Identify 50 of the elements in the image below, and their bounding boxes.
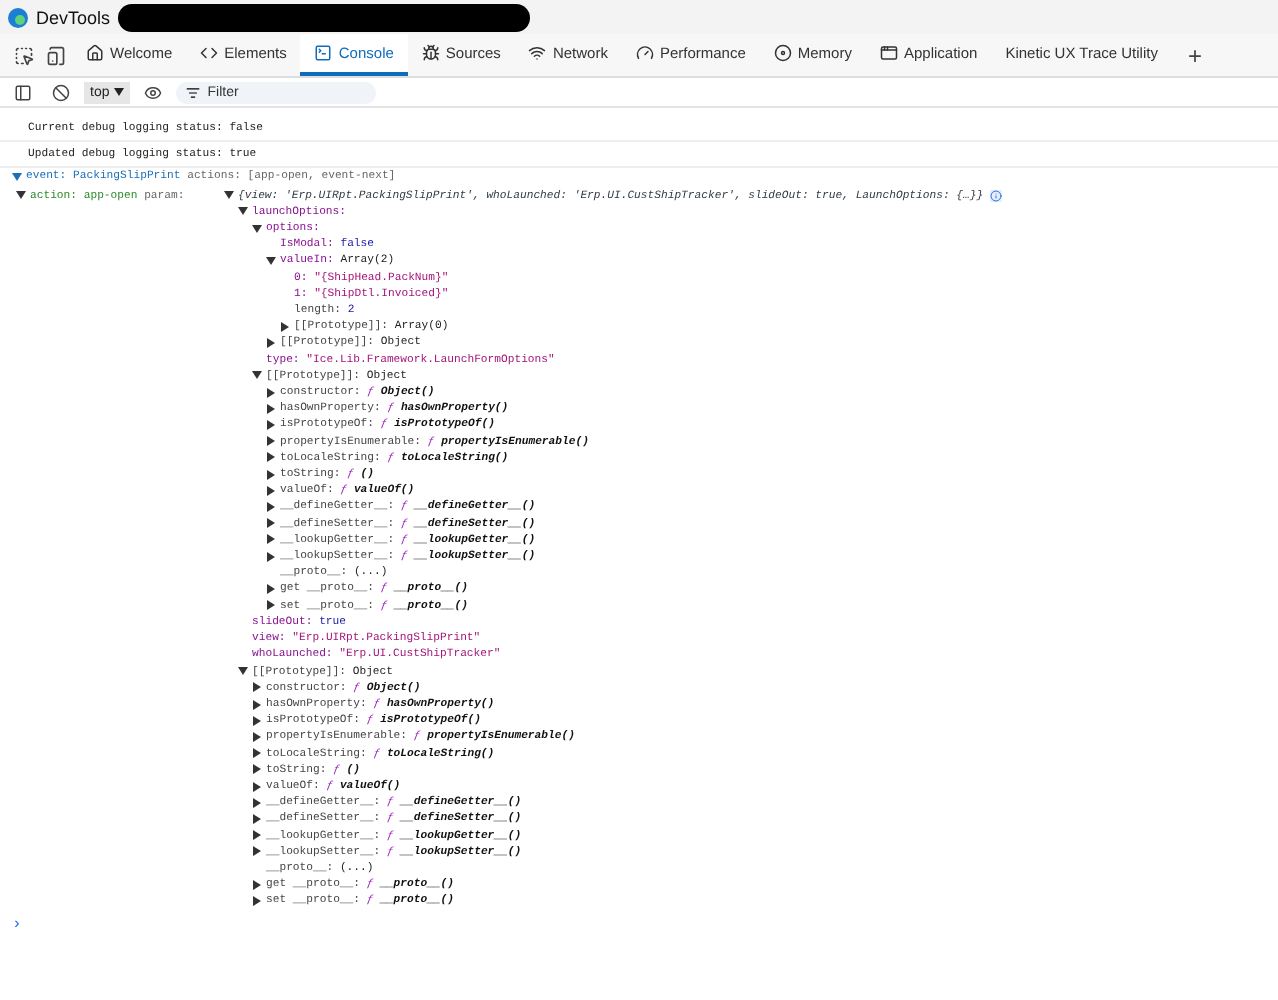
collapsed-triangle-icon[interactable] (266, 584, 276, 595)
expanded-triangle-icon[interactable] (266, 256, 276, 267)
add-tab-button[interactable]: + (1171, 34, 1218, 76)
collapsed-triangle-icon[interactable] (252, 813, 262, 824)
collapsed-triangle-icon[interactable] (252, 846, 262, 857)
collapsed-triangle-icon[interactable] (280, 321, 290, 332)
collapsed-triangle-icon[interactable] (252, 764, 262, 775)
collapsed-triangle-icon[interactable] (252, 797, 262, 808)
collapsed-triangle-icon[interactable] (266, 469, 276, 480)
terminal-icon (314, 44, 333, 62)
collapsed-triangle-icon[interactable] (252, 781, 262, 792)
collapsed-triangle-icon[interactable] (266, 518, 276, 529)
browser-logo-icon (8, 7, 28, 27)
console-prompt[interactable]: › (0, 917, 1278, 934)
collapsed-triangle-icon[interactable] (252, 731, 262, 742)
collapsed-triangle-icon[interactable] (266, 485, 276, 496)
window-title: DevTools (36, 7, 111, 27)
wifi-icon (528, 44, 547, 62)
bug-icon (421, 44, 440, 62)
collapsed-triangle-icon[interactable] (266, 600, 276, 611)
code-icon (200, 44, 219, 62)
collapsed-triangle-icon[interactable] (252, 682, 262, 693)
expanded-triangle-icon[interactable] (252, 223, 262, 234)
gauge-icon (635, 44, 654, 62)
collapsed-triangle-icon[interactable] (266, 338, 276, 349)
expanded-triangle-icon[interactable] (224, 190, 234, 201)
disc-icon (773, 44, 792, 62)
collapsed-triangle-icon[interactable] (252, 748, 262, 759)
collapsed-triangle-icon[interactable] (266, 436, 276, 447)
expanded-triangle-icon[interactable] (238, 206, 248, 217)
collapsed-triangle-icon[interactable] (252, 715, 262, 726)
collapsed-triangle-icon[interactable] (252, 699, 262, 709)
collapsed-triangle-icon[interactable] (266, 420, 276, 431)
collapsed-triangle-icon[interactable] (252, 895, 262, 906)
collapsed-triangle-icon[interactable] (266, 387, 276, 398)
info-icon[interactable] (989, 189, 1002, 202)
collapsed-triangle-icon[interactable] (266, 534, 276, 545)
collapsed-triangle-icon[interactable] (266, 452, 276, 463)
expanded-triangle-icon[interactable] (238, 666, 248, 677)
window-icon (879, 44, 898, 62)
collapsed-triangle-icon[interactable] (266, 403, 276, 414)
collapsed-triangle-icon[interactable] (266, 551, 276, 562)
caret-icon (113, 88, 124, 96)
expanded-triangle-icon[interactable] (16, 190, 26, 201)
filter-icon (185, 85, 200, 99)
collapsed-triangle-icon[interactable] (266, 502, 276, 513)
home-icon (86, 44, 104, 62)
collapsed-triangle-icon[interactable] (252, 830, 262, 841)
collapsed-triangle-icon[interactable] (252, 879, 262, 890)
expanded-triangle-icon[interactable] (252, 370, 262, 381)
